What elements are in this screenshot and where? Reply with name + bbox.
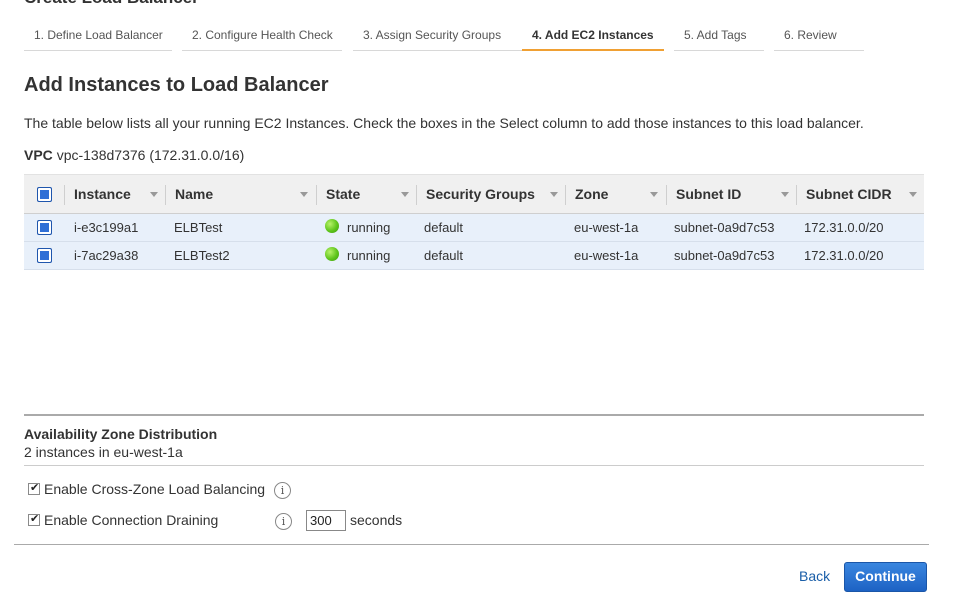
cell-subnet-id: subnet-0a9d7c53 — [674, 248, 775, 263]
row-select-checkbox[interactable] — [37, 248, 52, 263]
step-define-load-balancer[interactable]: 1. Define Load Balancer — [24, 25, 172, 51]
cross-zone-label[interactable]: Enable Cross-Zone Load Balancing — [44, 481, 265, 497]
status-running-icon — [325, 246, 339, 261]
table-row[interactable]: i-7ac29a38 ELBTest2 running default eu-w… — [24, 242, 924, 270]
cell-security-groups: default — [424, 220, 464, 235]
column-header-state[interactable]: State — [316, 175, 416, 215]
sort-caret-icon[interactable] — [550, 192, 558, 197]
sort-caret-icon[interactable] — [650, 192, 658, 197]
draining-timeout-unit: seconds — [350, 512, 403, 528]
step-configure-health-check[interactable]: 2. Configure Health Check — [182, 25, 342, 51]
cell-subnet-cidr: 172.31.0.0/20 — [804, 220, 884, 235]
step-assign-security-groups[interactable]: 3. Assign Security Groups — [353, 25, 533, 51]
table-row[interactable]: i-e3c199a1 ELBTest running default eu-we… — [24, 214, 924, 242]
step-add-tags[interactable]: 5. Add Tags — [674, 25, 764, 51]
column-header-security-groups[interactable]: Security Groups — [416, 175, 565, 215]
sort-caret-icon[interactable] — [300, 192, 308, 197]
close-icon[interactable]: × — [918, 0, 927, 6]
column-header-instance[interactable]: Instance — [64, 175, 164, 215]
divider — [24, 414, 924, 416]
cell-security-groups: default — [424, 248, 464, 263]
sort-caret-icon[interactable] — [781, 192, 789, 197]
column-header-subnet-id[interactable]: Subnet ID — [666, 175, 796, 215]
cell-instance: i-e3c199a1 — [74, 220, 139, 235]
step-review[interactable]: 6. Review — [774, 25, 864, 51]
info-icon[interactable]: i — [275, 513, 292, 530]
cell-subnet-id: subnet-0a9d7c53 — [674, 220, 775, 235]
column-header-subnet-cidr[interactable]: Subnet CIDR — [796, 175, 924, 215]
sort-caret-icon[interactable] — [150, 192, 158, 197]
instances-table: Instance Name State Security Groups Zone… — [24, 174, 924, 270]
page-description: The table below lists all your running E… — [24, 115, 864, 131]
step-add-ec2-instances[interactable]: 4. Add EC2 Instances — [522, 25, 664, 51]
cell-subnet-cidr: 172.31.0.0/20 — [804, 248, 884, 263]
cell-instance: i-7ac29a38 — [74, 248, 139, 263]
availability-zone-summary: 2 instances in eu-west-1a — [24, 444, 183, 460]
vpc-label: VPC — [24, 147, 53, 163]
cell-state: running — [325, 214, 390, 242]
connection-draining-label[interactable]: Enable Connection Draining — [44, 512, 218, 528]
column-header-zone[interactable]: Zone — [565, 175, 666, 215]
dialog-title: Create Load Balancer — [24, 0, 199, 8]
column-header-name[interactable]: Name — [165, 175, 314, 215]
draining-timeout-input[interactable] — [306, 510, 346, 531]
divider — [14, 544, 929, 545]
vpc-value: vpc-138d7376 (172.31.0.0/16) — [56, 147, 245, 163]
dialog-header: Create Load Balancer × — [0, 0, 963, 8]
row-select-checkbox[interactable] — [37, 220, 52, 235]
cell-state: running — [325, 242, 390, 270]
back-link[interactable]: Back — [799, 568, 830, 584]
cell-zone: eu-west-1a — [574, 220, 639, 235]
cell-name: ELBTest — [174, 220, 223, 235]
select-all-checkbox[interactable] — [37, 187, 52, 202]
status-running-icon — [325, 218, 339, 233]
page-title: Add Instances to Load Balancer — [24, 74, 329, 96]
cross-zone-checkbox[interactable] — [28, 481, 40, 495]
divider — [24, 465, 924, 466]
connection-draining-checkbox[interactable] — [28, 512, 40, 526]
vpc-info: VPC vpc-138d7376 (172.31.0.0/16) — [24, 147, 244, 163]
sort-caret-icon[interactable] — [401, 192, 409, 197]
sort-caret-icon[interactable] — [909, 192, 917, 197]
info-icon[interactable]: i — [274, 482, 291, 499]
cell-zone: eu-west-1a — [574, 248, 639, 263]
cell-name: ELBTest2 — [174, 248, 230, 263]
continue-button[interactable]: Continue — [844, 562, 927, 592]
availability-zone-title: Availability Zone Distribution — [24, 426, 218, 442]
table-header: Instance Name State Security Groups Zone… — [24, 174, 924, 214]
